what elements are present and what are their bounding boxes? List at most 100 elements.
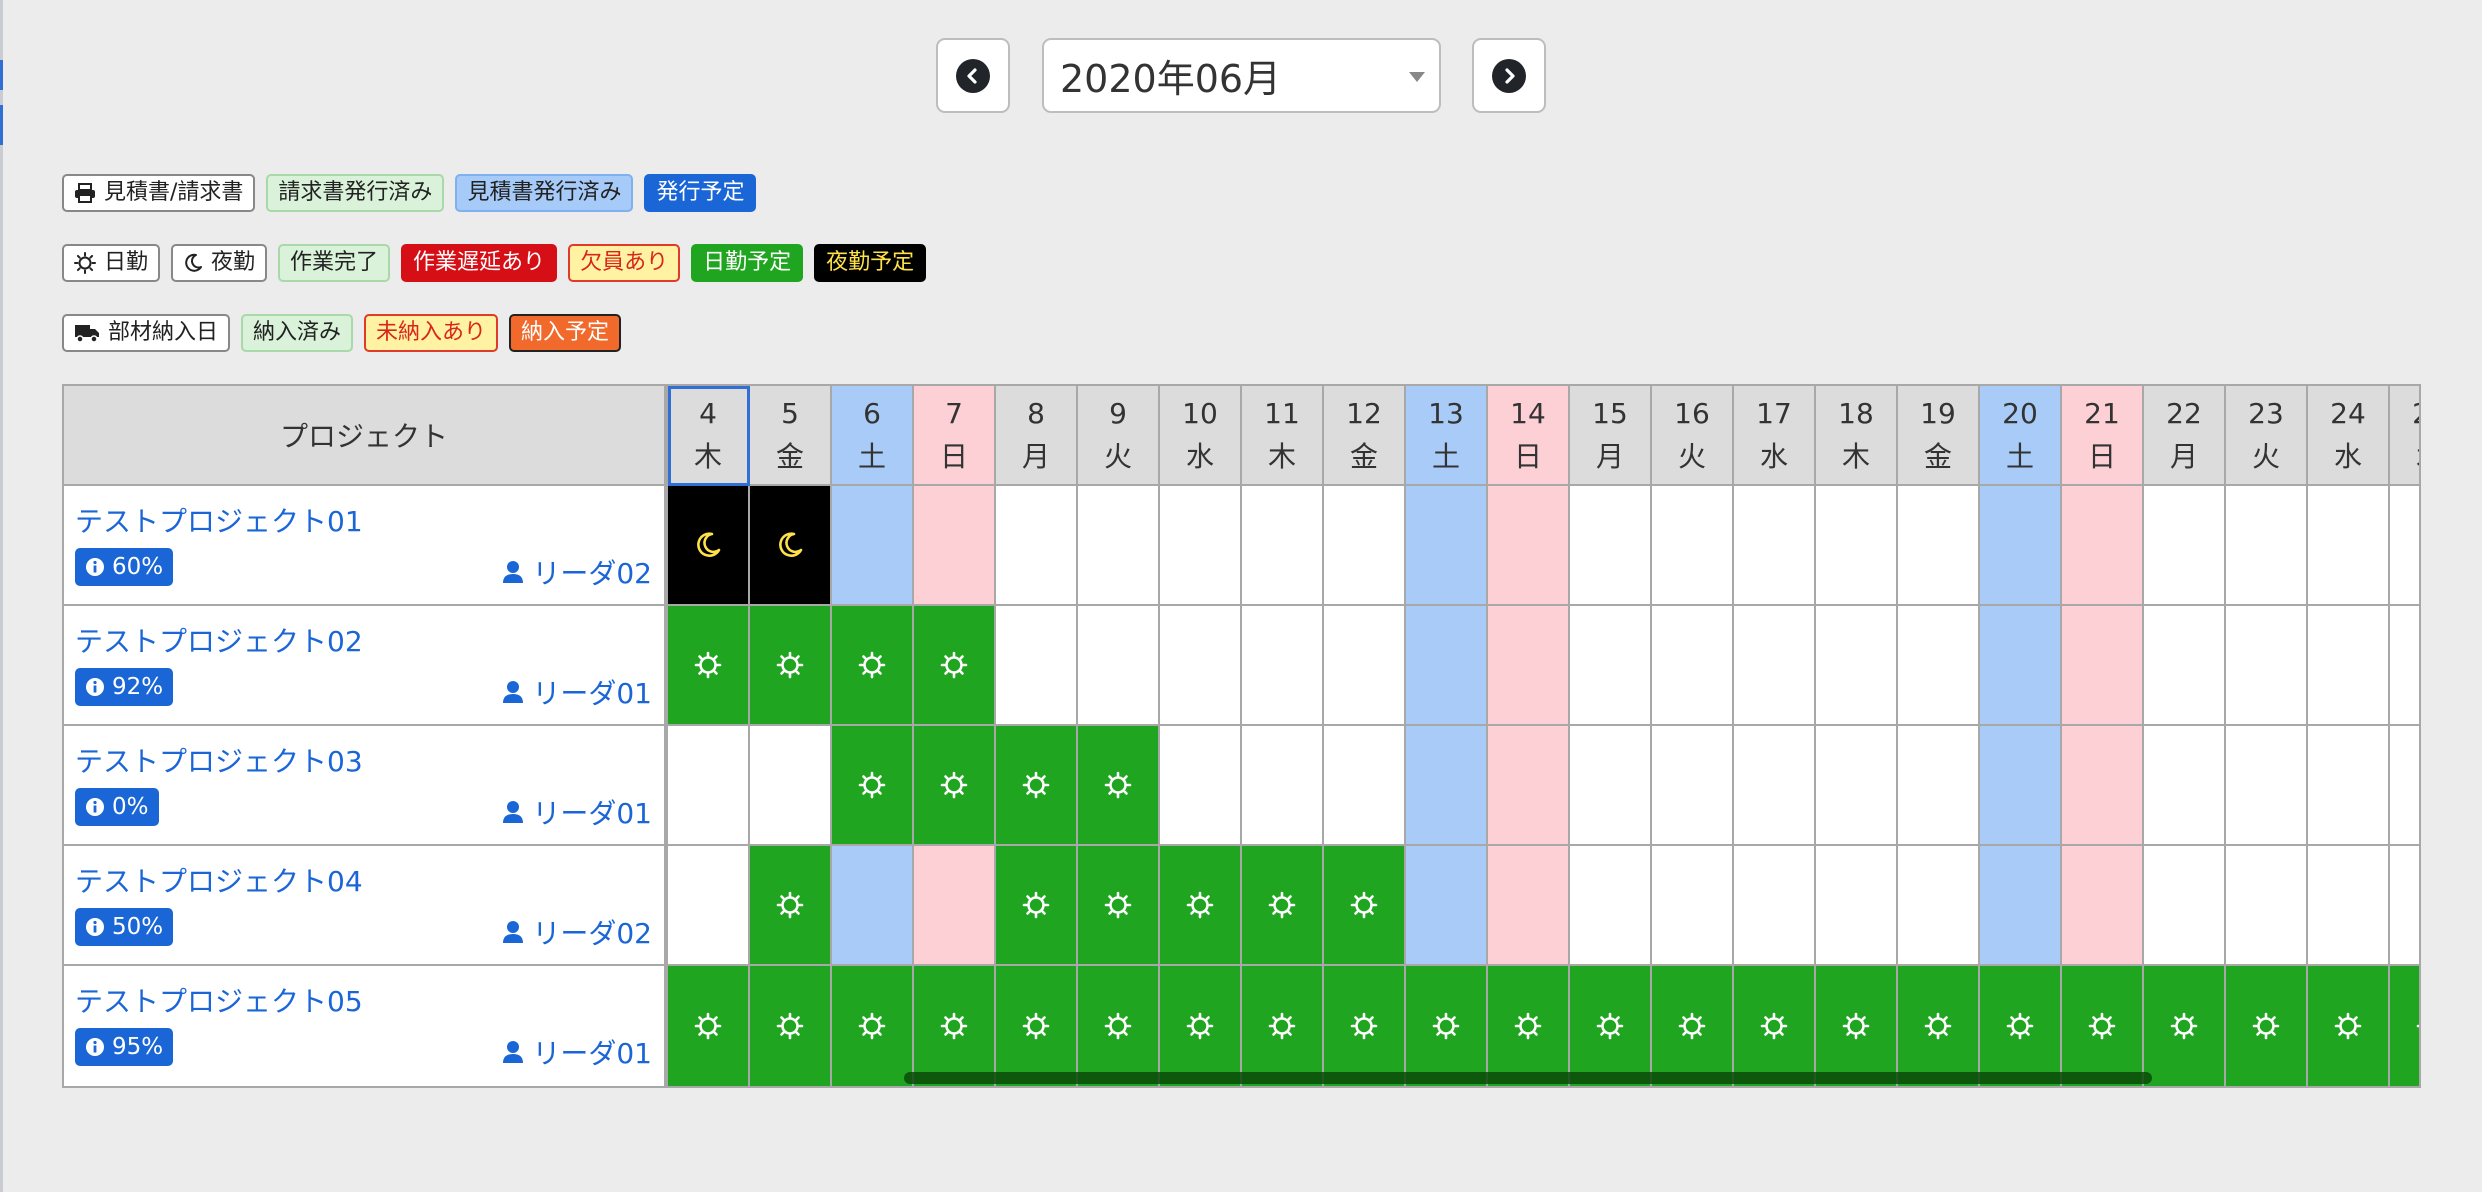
schedule-cell[interactable] [1898, 606, 1980, 726]
schedule-cell[interactable] [2226, 966, 2308, 1086]
schedule-cell[interactable] [1570, 606, 1652, 726]
schedule-cell[interactable] [1816, 846, 1898, 966]
schedule-cell[interactable] [1406, 726, 1488, 846]
schedule-cell[interactable] [1078, 726, 1160, 846]
schedule-cell[interactable] [1488, 966, 1570, 1086]
schedule-cell[interactable] [750, 966, 832, 1086]
schedule-cell[interactable] [1324, 966, 1406, 1086]
schedule-cell[interactable] [1242, 846, 1324, 966]
schedule-cell[interactable] [1160, 846, 1242, 966]
project-name-link[interactable]: テストプロジェクト01 [75, 500, 363, 540]
schedule-cell[interactable] [1652, 486, 1734, 606]
schedule-cell[interactable] [2062, 846, 2144, 966]
schedule-cell[interactable] [996, 486, 1078, 606]
schedule-cell[interactable] [1816, 606, 1898, 726]
schedule-cell[interactable] [996, 846, 1078, 966]
schedule-cell[interactable] [832, 726, 914, 846]
schedule-cell[interactable] [2226, 606, 2308, 726]
progress-badge[interactable]: 60% [75, 548, 174, 586]
schedule-cell[interactable] [1816, 726, 1898, 846]
schedule-cell[interactable] [1242, 726, 1324, 846]
schedule-cell[interactable] [1078, 606, 1160, 726]
schedule-cell[interactable] [832, 846, 914, 966]
schedule-cell[interactable] [832, 486, 914, 606]
schedule-cell[interactable] [2144, 486, 2226, 606]
schedule-cell[interactable] [996, 966, 1078, 1086]
schedule-cell[interactable] [2226, 486, 2308, 606]
schedule-cell[interactable] [1160, 606, 1242, 726]
schedule-cell[interactable] [914, 846, 996, 966]
schedule-cell[interactable] [2308, 966, 2390, 1086]
schedule-cell[interactable] [1406, 486, 1488, 606]
schedule-cell[interactable] [914, 966, 996, 1086]
schedule-cell[interactable] [1406, 606, 1488, 726]
schedule-cell[interactable] [1078, 966, 1160, 1086]
schedule-cell[interactable] [1570, 726, 1652, 846]
schedule-cell[interactable] [668, 486, 750, 606]
schedule-cell[interactable] [1980, 846, 2062, 966]
schedule-cell[interactable] [2062, 726, 2144, 846]
schedule-cell[interactable] [750, 726, 832, 846]
schedule-cell[interactable] [832, 606, 914, 726]
project-name-link[interactable]: テストプロジェクト05 [75, 980, 363, 1020]
schedule-cell[interactable] [1734, 966, 1816, 1086]
schedule-cell[interactable] [1734, 486, 1816, 606]
schedule-cell[interactable] [1488, 606, 1570, 726]
horizontal-scrollbar[interactable] [904, 1072, 2152, 1084]
leader-link[interactable]: リーダ02 [502, 552, 652, 592]
leader-link[interactable]: リーダ01 [502, 1032, 652, 1072]
schedule-cell[interactable] [1324, 846, 1406, 966]
schedule-cell[interactable] [1570, 966, 1652, 1086]
schedule-cell[interactable] [1652, 726, 1734, 846]
schedule-cell[interactable] [750, 486, 832, 606]
schedule-cell[interactable] [750, 606, 832, 726]
schedule-cell[interactable] [832, 966, 914, 1086]
schedule-cell[interactable] [2308, 606, 2390, 726]
next-month-button[interactable] [1472, 38, 1546, 113]
schedule-cell[interactable] [1078, 486, 1160, 606]
schedule-cell[interactable] [1898, 966, 1980, 1086]
progress-badge[interactable]: 50% [75, 908, 174, 946]
progress-badge[interactable]: 92% [75, 668, 174, 706]
schedule-cell[interactable] [2144, 846, 2226, 966]
schedule-cell[interactable] [1652, 606, 1734, 726]
leader-link[interactable]: リーダ01 [502, 672, 652, 712]
schedule-cell[interactable] [1980, 726, 2062, 846]
schedule-cell[interactable] [1570, 846, 1652, 966]
schedule-cell[interactable] [2308, 486, 2390, 606]
schedule-cell[interactable] [996, 726, 1078, 846]
schedule-cell[interactable] [1160, 486, 1242, 606]
leader-link[interactable]: リーダ01 [502, 792, 652, 832]
prev-month-button[interactable] [936, 38, 1010, 113]
schedule-cell[interactable] [1898, 486, 1980, 606]
schedule-cell[interactable] [996, 606, 1078, 726]
schedule-cell[interactable] [1652, 846, 1734, 966]
schedule-cell[interactable] [1734, 726, 1816, 846]
schedule-cell[interactable] [1406, 966, 1488, 1086]
schedule-cell[interactable] [1488, 726, 1570, 846]
leader-link[interactable]: リーダ02 [502, 912, 652, 952]
schedule-cell[interactable] [1406, 846, 1488, 966]
schedule-cell[interactable] [1078, 846, 1160, 966]
schedule-cell[interactable] [1570, 486, 1652, 606]
month-select[interactable]: 2020年06月 [1042, 38, 1441, 113]
schedule-cell[interactable] [2226, 726, 2308, 846]
schedule-cell[interactable] [2144, 606, 2226, 726]
schedule-cell[interactable] [1980, 606, 2062, 726]
project-name-link[interactable]: テストプロジェクト03 [75, 740, 363, 780]
schedule-cell[interactable] [668, 606, 750, 726]
schedule-cell[interactable] [1324, 726, 1406, 846]
schedule-cell[interactable] [1488, 846, 1570, 966]
schedule-cell[interactable] [2062, 966, 2144, 1086]
schedule-cell[interactable] [2062, 486, 2144, 606]
schedule-cell[interactable] [1734, 846, 1816, 966]
schedule-cell[interactable] [1160, 966, 1242, 1086]
schedule-cell[interactable] [668, 966, 750, 1086]
schedule-cell[interactable] [2226, 846, 2308, 966]
schedule-cell[interactable] [1160, 726, 1242, 846]
schedule-cell[interactable] [1734, 606, 1816, 726]
progress-badge[interactable]: 95% [75, 1028, 174, 1066]
schedule-cell[interactable] [668, 726, 750, 846]
schedule-cell[interactable] [1324, 606, 1406, 726]
schedule-cell[interactable] [2144, 966, 2226, 1086]
